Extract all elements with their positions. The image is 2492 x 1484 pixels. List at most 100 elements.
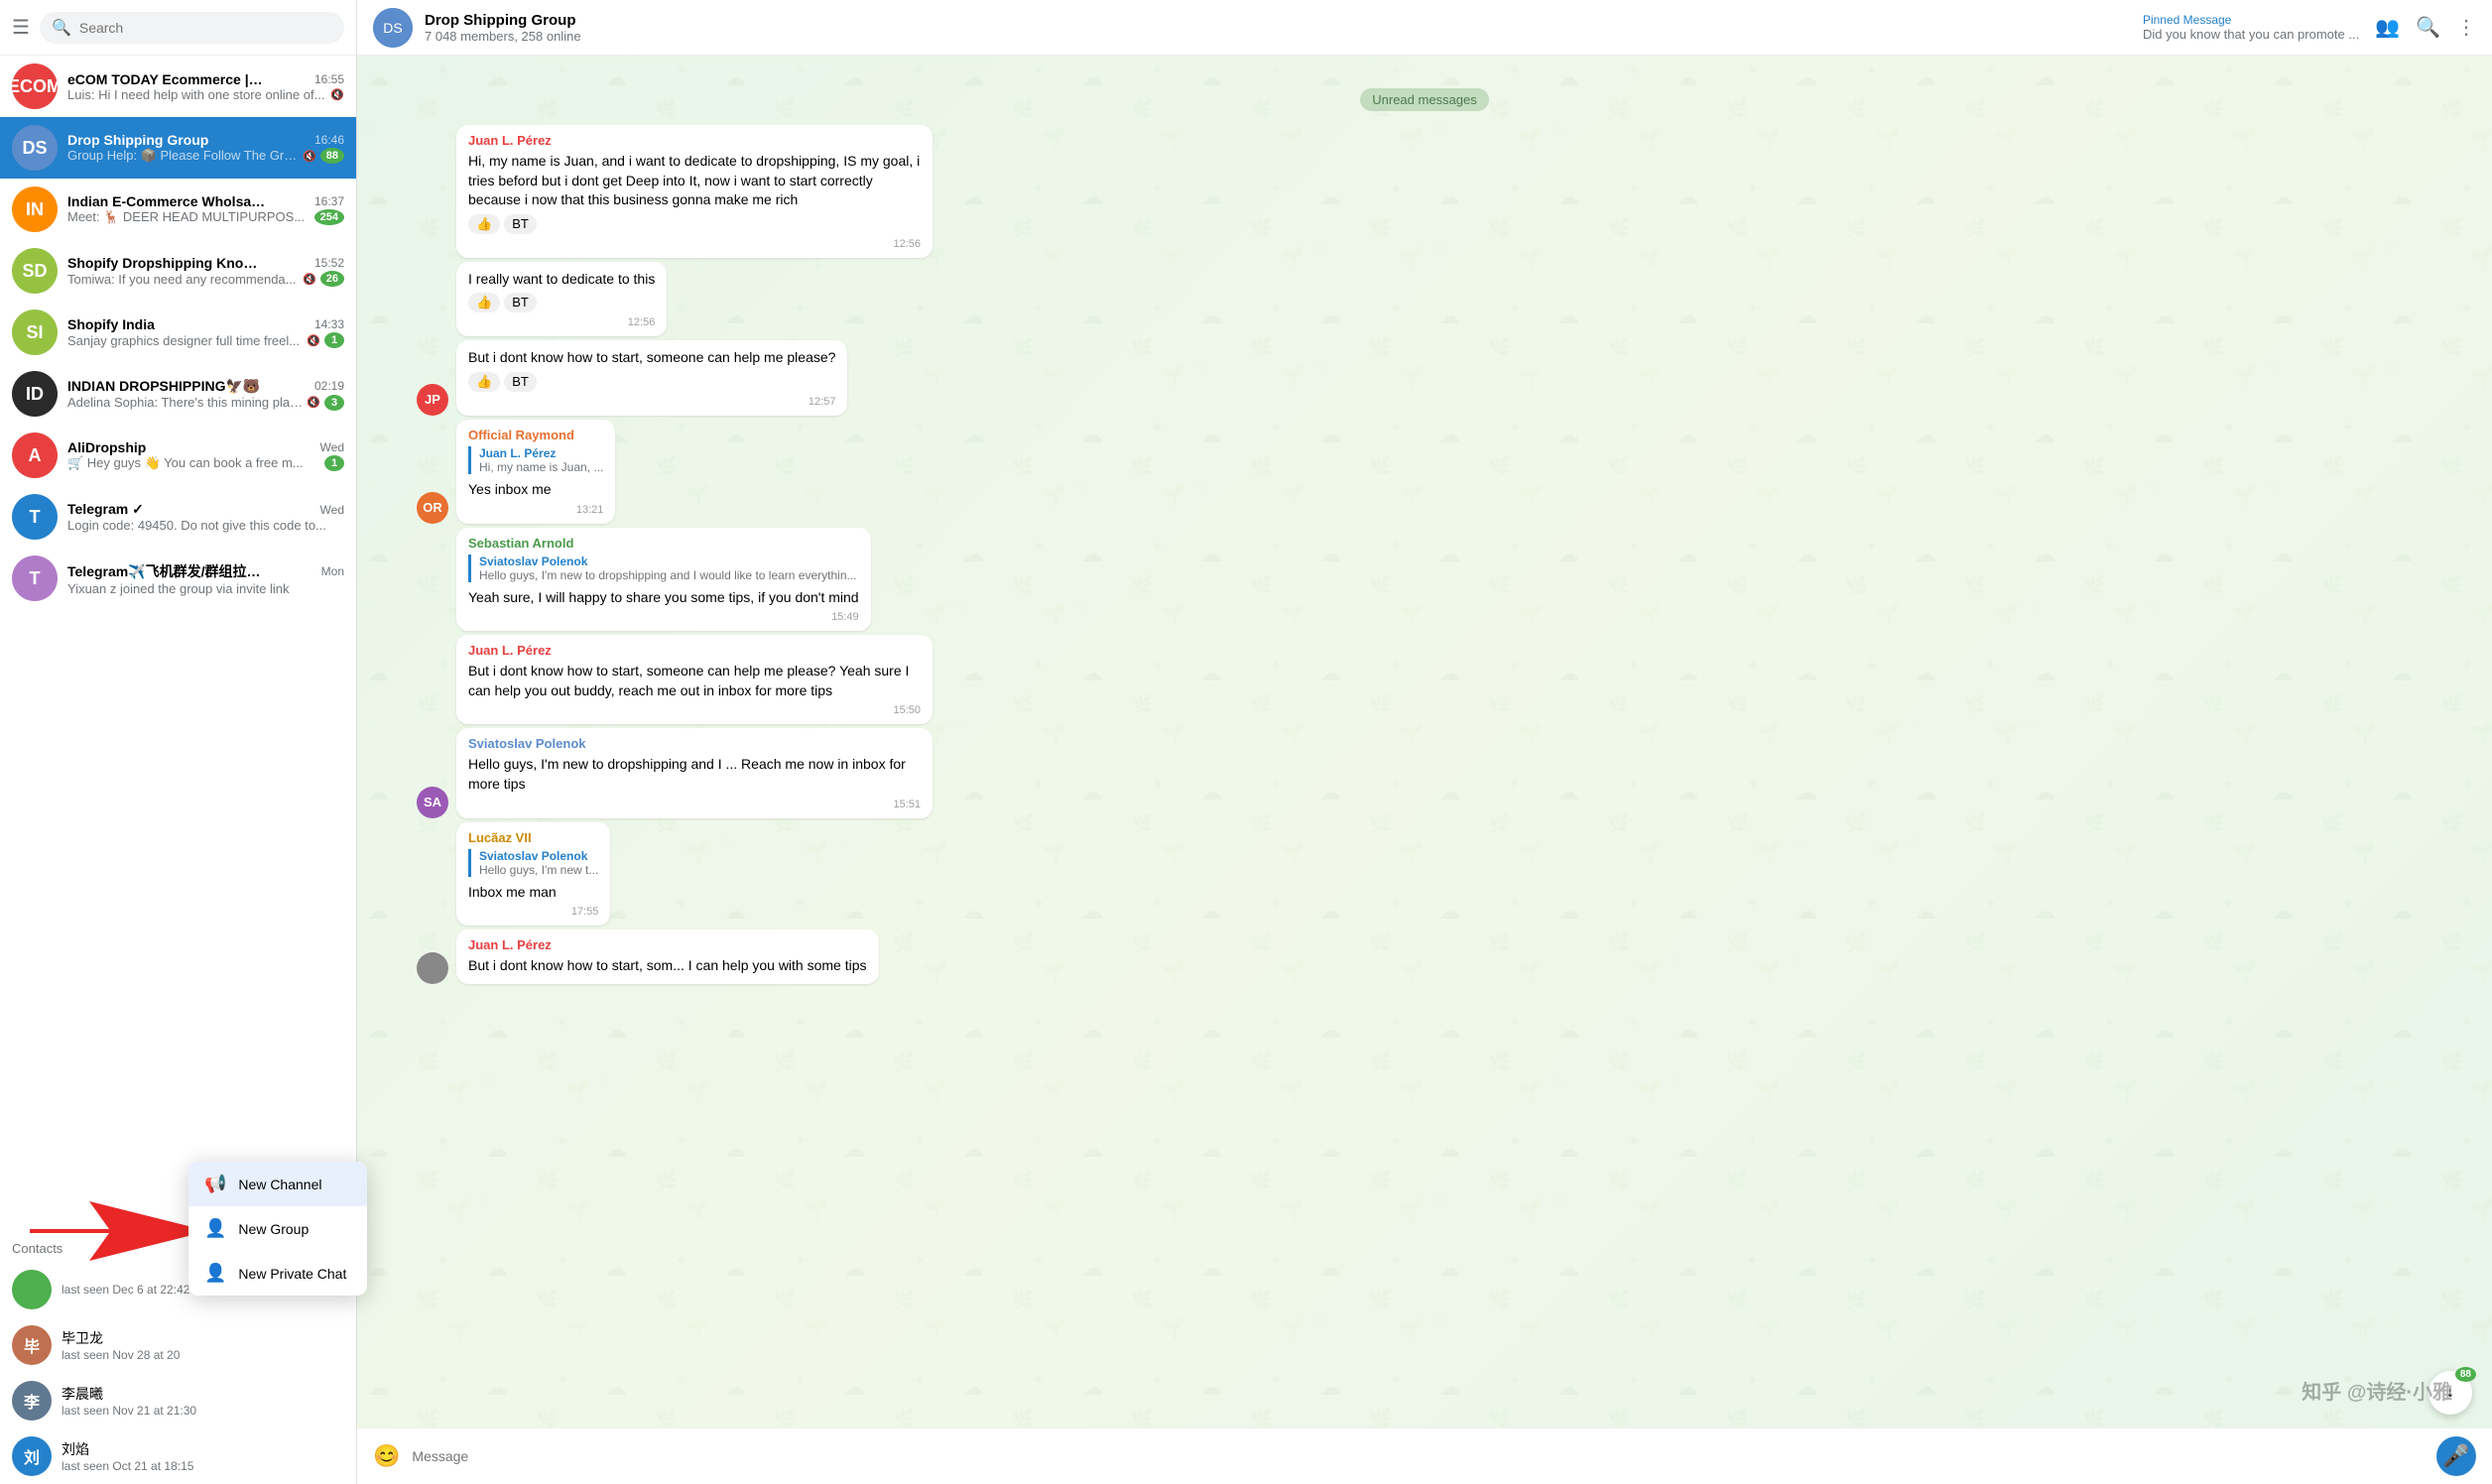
sidebar-header: ☰ 🔍 [0,0,356,56]
contact-info: 毕卫龙last seen Nov 28 at 20 [62,1328,180,1362]
message-input[interactable] [412,1440,2425,1472]
chat-time: 16:46 [314,133,344,147]
header-actions: Pinned Message Did you know that you can… [2143,13,2476,42]
context-menu-item-new-private-chat[interactable]: 👤New Private Chat [188,1251,367,1296]
search-bar[interactable]: 🔍 [40,12,344,44]
reaction[interactable]: 👍 [468,372,500,392]
message-bubble: Juan L. PérezHi, my name is Juan, and i … [456,125,933,258]
message-bubble: Lucãaz VIISviatoslav PolenokHello guys, … [456,822,610,927]
message-text: Yeah sure, I will happy to share you som… [468,588,859,608]
message-reactions: 👍BT [468,372,835,392]
mute-icon: 🔇 [307,334,320,347]
chat-preview: Yixuan z joined the group via invite lin… [67,581,344,596]
chat-list-item[interactable]: TTelegram ✓WedLogin code: 49450. Do not … [0,486,356,548]
contact-item[interactable]: 刘刘焰last seen Oct 21 at 18:15 [0,1428,356,1484]
chat-time: 16:37 [314,194,344,208]
chat-list-item[interactable]: IDINDIAN DROPSHIPPING🦅🐻02:19Adelina Soph… [0,363,356,425]
chat-time: Wed [320,440,344,454]
chat-preview-text: Luis: Hi I need help with one store onli… [67,87,326,102]
contact-status: last seen Nov 28 at 20 [62,1348,180,1362]
chat-info: Shopify India14:33Sanjay graphics design… [67,316,344,348]
chat-info: Telegram✈️飞机群发/群组拉人/群...MonYixuan z join… [67,561,344,596]
chat-list-item[interactable]: AAliDropshipWed🛒 Hey guys 👋 You can book… [0,425,356,486]
message-group: Lucãaz VIISviatoslav PolenokHello guys, … [417,822,2432,927]
message-time: 12:57 [468,396,835,408]
chat-list-item[interactable]: ECOMeCOM TODAY Ecommerce | ENG C...16:55… [0,56,356,117]
chat-members: 7 048 members, 258 online [425,29,2131,44]
contact-name: 刘焰 [62,1439,193,1459]
message-reactions: 👍BT [468,214,921,234]
chat-list-item[interactable]: DS Drop Shipping Group16:46Group Help: 📦 … [0,117,356,179]
pinned-label: Pinned Message [2143,13,2359,27]
chat-name: Indian E-Commerce Wholsaler B2... [67,193,266,209]
message-group: Juan L. PérezHi, my name is Juan, and i … [417,125,2432,258]
menu-icon[interactable]: ☰ [12,15,30,40]
message-avatar: OR [417,492,448,524]
mic-button[interactable]: 🎤 [2436,1436,2476,1476]
scroll-to-bottom-button[interactable]: ↓ 88 [2429,1371,2472,1415]
reaction[interactable]: BT [504,372,537,392]
contact-item[interactable]: 李李晨曦last seen Nov 21 at 21:30 [0,1373,356,1428]
contact-info: 李晨曦last seen Nov 21 at 21:30 [62,1384,196,1418]
chat-preview-text: Login code: 49450. Do not give this code… [67,518,344,533]
chat-body: ☁ 🌿 ♡ ✦ 🌱 Unread messagesJuan L. PérezHi… [357,56,2492,1427]
emoji-button[interactable]: 😊 [373,1443,400,1469]
context-menu-icon: 👤 [204,1263,226,1284]
message-bubble: But i dont know how to start, someone ca… [456,340,847,416]
red-arrow-indicator [30,1201,208,1266]
search-chat-icon[interactable]: 🔍 [2416,15,2440,40]
contact-status: last seen Oct 21 at 18:15 [62,1459,193,1473]
chat-preview: Luis: Hi I need help with one store onli… [67,87,344,102]
reaction[interactable]: BT [504,214,537,234]
more-options-icon[interactable]: ⋮ [2456,15,2476,40]
chat-info: Drop Shipping Group16:46Group Help: 📦 Pl… [67,132,344,164]
chat-avatar: T [12,494,58,540]
context-menu-icon: 📢 [204,1174,226,1194]
contact-item[interactable]: 毕毕卫龙last seen Nov 28 at 20 [0,1317,356,1373]
chat-avatar: SD [12,248,58,294]
reaction[interactable]: 👍 [468,214,500,234]
reaction[interactable]: 👍 [468,293,500,312]
chat-preview-text: Meet: 🦌 DEER HEAD MULTIPURPOS... [67,209,311,225]
unread-badge: 254 [314,209,344,225]
chat-avatar: DS [12,125,58,171]
chat-list-item[interactable]: SDShopify Dropshipping Knowledge ...15:5… [0,240,356,302]
chat-preview-text: 🛒 Hey guys 👋 You can book a free m... [67,455,320,471]
chat-list-item[interactable]: INIndian E-Commerce Wholsaler B2...16:37… [0,179,356,240]
context-menu-item-new-group[interactable]: 👤New Group [188,1206,367,1251]
message-sender: Juan L. Pérez [468,643,921,658]
chat-name: Telegram✈️飞机群发/群组拉人/群... [67,561,266,581]
message-bubble: Sebastian ArnoldSviatoslav PolenokHello … [456,528,871,632]
message-sender: Sviatoslav Polenok [468,736,921,751]
chat-list-item[interactable]: TTelegram✈️飞机群发/群组拉人/群...MonYixuan z joi… [0,548,356,609]
message-time: 12:56 [468,238,921,250]
context-menu-item-new-channel[interactable]: 📢 New Channel [188,1162,367,1206]
contact-name: 毕卫龙 [62,1328,180,1348]
message-text: But i dont know how to start, someone ca… [468,662,921,700]
reply-sender-name: Sviatoslav Polenok [479,849,598,863]
chat-preview-text: Yixuan z joined the group via invite lin… [67,581,344,596]
chat-list-item[interactable]: SIShopify India14:33Sanjay graphics desi… [0,302,356,363]
contact-name: 李晨曦 [62,1384,196,1404]
contact-avatar: 李 [12,1381,52,1421]
context-menu-label: New Channel [238,1176,321,1192]
context-menu-icon: 👤 [204,1218,226,1239]
message-avatar [417,952,448,984]
contact-avatar: 毕 [12,1325,52,1365]
main-chat: DS Drop Shipping Group 7 048 members, 25… [357,0,2492,1484]
svg-text:DS: DS [383,20,402,36]
message-reply: Sviatoslav PolenokHello guys, I'm new to… [468,555,859,582]
chat-name: INDIAN DROPSHIPPING🦅🐻 [67,378,260,395]
chat-time: 02:19 [314,379,344,393]
message-bubble: Official RaymondJuan L. PérezHi, my name… [456,420,615,524]
members-icon[interactable]: 👥 [2375,15,2400,40]
search-input[interactable] [79,20,332,36]
message-reply: Sviatoslav PolenokHello guys, I'm new t.… [468,849,598,877]
chat-name: AliDropship [67,439,146,455]
chat-name: Telegram ✓ [67,501,144,518]
message-group: JPBut i dont know how to start, someone … [417,340,2432,416]
pinned-message[interactable]: Pinned Message Did you know that you can… [2143,13,2359,42]
reaction[interactable]: BT [504,293,537,312]
chat-info: eCOM TODAY Ecommerce | ENG C...16:55Luis… [67,71,344,102]
message-group: OROfficial RaymondJuan L. PérezHi, my na… [417,420,2432,524]
